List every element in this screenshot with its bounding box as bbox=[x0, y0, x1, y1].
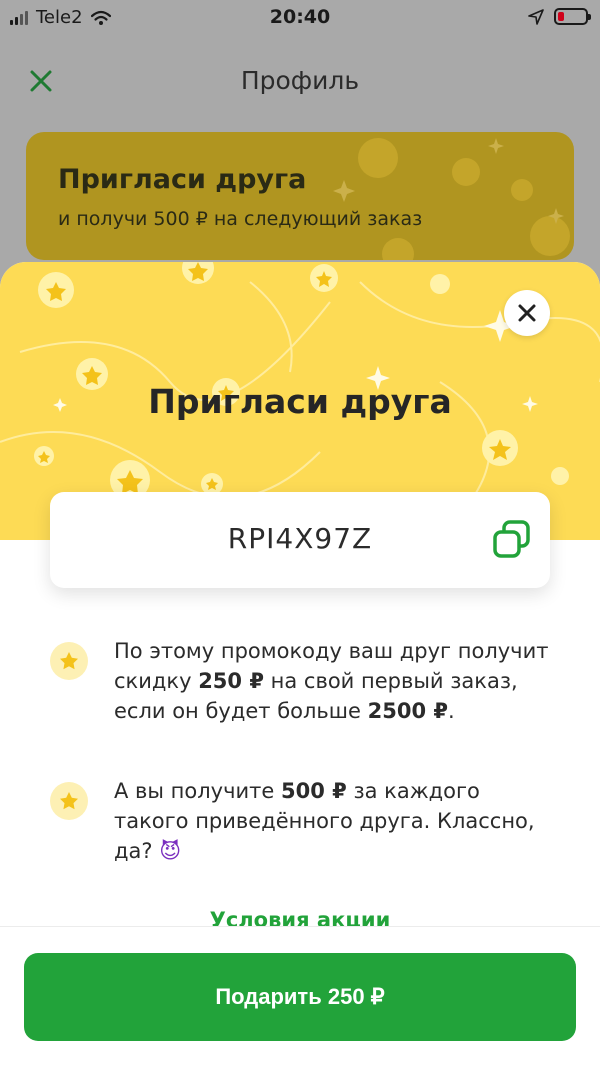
invite-friend-card[interactable]: Пригласи друга и получи 500 ₽ на следующ… bbox=[26, 132, 574, 260]
page-title: Профиль bbox=[240, 66, 360, 95]
invite-sheet: Пригласи друга RPI4X97Z По этому промоко… bbox=[0, 262, 600, 1066]
invite-card-subtitle: и получи 500 ₽ на следующий заказ bbox=[58, 208, 423, 230]
sheet-footer: Подарить 250 ₽ bbox=[0, 926, 600, 1066]
status-time: 20:40 bbox=[269, 6, 331, 28]
status-bar: Tele2 20:40 bbox=[0, 0, 600, 34]
invite-card-title: Пригласи друга bbox=[58, 164, 307, 195]
star-icon bbox=[50, 642, 88, 680]
battery-icon bbox=[554, 8, 591, 25]
sheet-title: Пригласи друга bbox=[148, 382, 452, 421]
background-screen: Tele2 20:40 Профиль Пригласи друга и пол… bbox=[0, 0, 600, 300]
location-arrow-icon bbox=[528, 8, 544, 25]
info-text-friend-discount: По этому промокоду ваш друг получит скид… bbox=[114, 639, 549, 723]
gift-button[interactable]: Подарить 250 ₽ bbox=[24, 953, 576, 1041]
sheet-close-button[interactable] bbox=[504, 290, 550, 336]
copy-icon[interactable] bbox=[490, 518, 534, 562]
info-text-your-reward: А вы получите 500 ₽ за каждого такого пр… bbox=[114, 779, 535, 863]
star-icon bbox=[50, 782, 88, 820]
stars-decoration bbox=[333, 138, 570, 260]
promo-code[interactable]: RPI4X97Z bbox=[50, 522, 550, 555]
nav-bar: Профиль bbox=[0, 48, 600, 114]
promo-code-card: RPI4X97Z bbox=[50, 492, 550, 588]
close-icon bbox=[518, 304, 536, 322]
devil-emoji: 😈 bbox=[159, 839, 182, 863]
